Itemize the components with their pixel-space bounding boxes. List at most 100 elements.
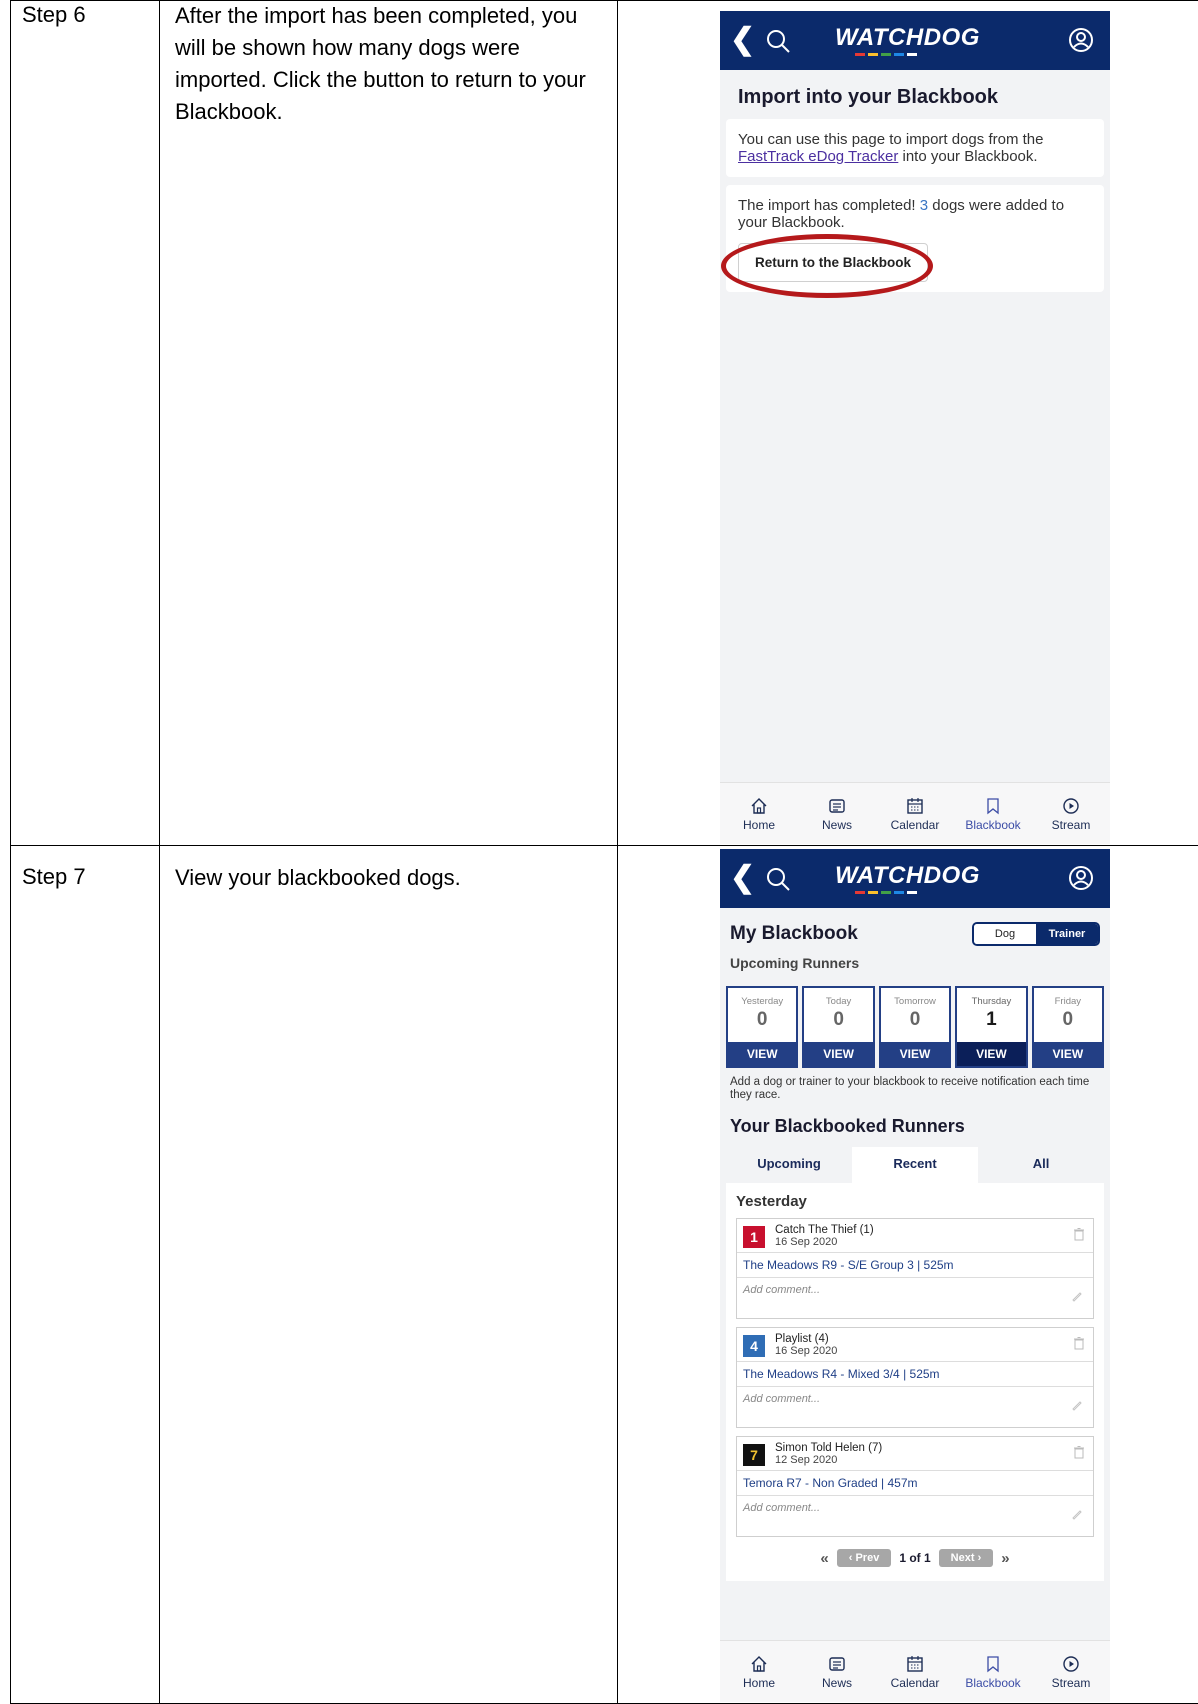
comment-field[interactable]: Add comment...: [737, 1387, 1093, 1427]
blackbook-screen: ❮ WATCHDOG My Blackbook Upcoming Runners…: [720, 849, 1110, 1702]
logo-stripes: [855, 53, 917, 56]
comment-field[interactable]: Add comment...: [737, 1278, 1093, 1318]
view-button[interactable]: VIEW: [880, 1042, 950, 1066]
highlight-ring: [721, 234, 933, 298]
import-screen: ❮ WATCHDOG Import into your Blackbook Yo…: [720, 11, 1110, 844]
table-border-left: [10, 0, 11, 1704]
toggle-trainer[interactable]: Trainer: [1036, 924, 1098, 944]
nav-news[interactable]: News: [802, 1654, 872, 1690]
runner-card: 1 Catch The Thief (1) 16 Sep 2020 The Me…: [736, 1218, 1094, 1319]
runner-header: 1 Catch The Thief (1) 16 Sep 2020: [737, 1219, 1093, 1253]
nav-stream[interactable]: Stream: [1036, 1654, 1106, 1690]
play-circle-icon: [1063, 797, 1079, 814]
table-divider-2: [617, 0, 618, 1704]
user-account-icon[interactable]: [1066, 25, 1096, 55]
dog-name-link[interactable]: Playlist (4): [775, 1333, 829, 1345]
view-button[interactable]: VIEW: [957, 1042, 1026, 1066]
last-page-button[interactable]: »: [1001, 1550, 1009, 1567]
nav-calendar[interactable]: Calendar: [880, 1654, 950, 1690]
next-page-button[interactable]: Next ›: [938, 1549, 994, 1567]
table-divider-1: [159, 0, 160, 1704]
app-header: ❮ WATCHDOG: [720, 11, 1110, 70]
pencil-icon[interactable]: [1071, 1399, 1083, 1411]
fasttrack-link[interactable]: FastTrack eDog Tracker: [738, 148, 898, 165]
step-6-label: Step 6: [22, 2, 86, 27]
comment-placeholder: Add comment...: [743, 1393, 821, 1405]
tab-all[interactable]: All: [978, 1147, 1104, 1183]
nav-stream[interactable]: Stream: [1036, 796, 1106, 832]
view-button[interactable]: VIEW: [1033, 1042, 1103, 1066]
nav-stream-label: Stream: [1051, 1675, 1091, 1690]
nav-news[interactable]: News: [802, 796, 872, 832]
page-title: Import into your Blackbook: [738, 86, 999, 108]
import-intro-card: You can use this page to import dogs fro…: [726, 119, 1104, 177]
nav-home[interactable]: Home: [724, 1654, 794, 1690]
nav-home[interactable]: Home: [724, 796, 794, 832]
nav-blackbook-label: Blackbook: [965, 817, 1021, 832]
box-number-badge: 1: [743, 1226, 765, 1248]
watchdog-logo[interactable]: WATCHDOG: [835, 862, 1005, 896]
tab-upcoming[interactable]: Upcoming: [726, 1147, 852, 1183]
nav-calendar[interactable]: Calendar: [880, 796, 950, 832]
intro-text-pre: You can use this page to import dogs fro…: [738, 131, 1044, 148]
trash-icon[interactable]: [1073, 1336, 1085, 1350]
runner-header: 4 Playlist (4) 16 Sep 2020: [737, 1328, 1093, 1362]
prev-page-button[interactable]: ‹ Prev: [836, 1549, 892, 1567]
user-account-icon[interactable]: [1066, 863, 1096, 893]
back-icon[interactable]: ❮: [730, 863, 755, 893]
view-button[interactable]: VIEW: [728, 1042, 797, 1066]
day-card-friday: Friday 0 VIEW: [1031, 986, 1105, 1068]
day-name: Yesterday: [741, 996, 784, 1007]
search-icon[interactable]: [764, 27, 792, 55]
view-button[interactable]: VIEW: [804, 1042, 873, 1066]
dog-name-link[interactable]: Catch The Thief (1): [775, 1224, 874, 1236]
search-icon[interactable]: [764, 865, 792, 893]
runner-header: 7 Simon Told Helen (7) 12 Sep 2020: [737, 1437, 1093, 1471]
day-name: Friday: [1054, 996, 1082, 1007]
calendar-icon: [907, 1655, 923, 1672]
day-count: 0: [909, 1009, 921, 1030]
toggle-dog[interactable]: Dog: [974, 924, 1036, 944]
runner-tabs: Upcoming Recent All: [726, 1147, 1104, 1183]
news-icon: [829, 798, 845, 813]
back-icon[interactable]: ❮: [730, 25, 755, 55]
step-7-description: View your blackbooked dogs.: [175, 865, 461, 890]
nav-calendar-label: Calendar: [890, 817, 940, 832]
return-to-blackbook-button[interactable]: Return to the Blackbook: [721, 234, 933, 298]
day-count: 0: [1062, 1009, 1074, 1030]
bottom-nav: Home News Calendar Blackbook Stream: [720, 1640, 1110, 1702]
day-count: 1: [986, 1009, 997, 1030]
comment-field[interactable]: Add comment...: [737, 1496, 1093, 1536]
watchdog-logo[interactable]: WATCHDOG: [835, 24, 1005, 58]
tab-recent[interactable]: Recent: [852, 1147, 978, 1183]
trash-icon[interactable]: [1073, 1445, 1085, 1459]
blackbook-info-text: Add a dog or trainer to your blackbook t…: [730, 1076, 1090, 1101]
imported-count: 3: [919, 197, 929, 214]
trash-icon[interactable]: [1073, 1227, 1085, 1241]
runner-card: 7 Simon Told Helen (7) 12 Sep 2020 Temor…: [736, 1436, 1094, 1537]
table-row-divider: [10, 845, 1198, 846]
day-card-tomorrow: Tomorrow 0 VIEW: [878, 986, 952, 1068]
page-indicator: 1 of 1: [899, 1551, 931, 1565]
race-link[interactable]: The Meadows R4 - Mixed 3/4 | 525m: [737, 1362, 1093, 1387]
section-subtitle: Upcoming Runners: [730, 955, 860, 971]
day-name: Tomorrow: [894, 996, 936, 1007]
nav-blackbook[interactable]: Blackbook: [958, 1654, 1028, 1690]
logo-stripes: [855, 891, 917, 894]
day-count: 0: [833, 1009, 844, 1030]
dog-name-link[interactable]: Simon Told Helen (7): [775, 1442, 882, 1454]
nav-blackbook[interactable]: Blackbook: [958, 796, 1028, 832]
first-page-button[interactable]: «: [820, 1550, 828, 1567]
race-link[interactable]: The Meadows R9 - S/E Group 3 | 525m: [737, 1253, 1093, 1278]
bottom-nav: Home News Calendar Blackbook Stream: [720, 782, 1110, 844]
bookmark-icon: [987, 1655, 999, 1672]
nav-calendar-label: Calendar: [890, 1675, 940, 1690]
dog-trainer-toggle: Dog Trainer: [972, 922, 1100, 946]
race-date: 16 Sep 2020: [775, 1236, 838, 1248]
group-label: Yesterday: [736, 1193, 807, 1210]
race-link[interactable]: Temora R7 - Non Graded | 457m: [737, 1471, 1093, 1496]
home-icon: [751, 797, 767, 814]
pencil-icon[interactable]: [1071, 1290, 1083, 1302]
pencil-icon[interactable]: [1071, 1508, 1083, 1520]
upcoming-days: Yesterday 0 VIEW Today 0 VIEW Tomorrow 0…: [720, 986, 1110, 1068]
